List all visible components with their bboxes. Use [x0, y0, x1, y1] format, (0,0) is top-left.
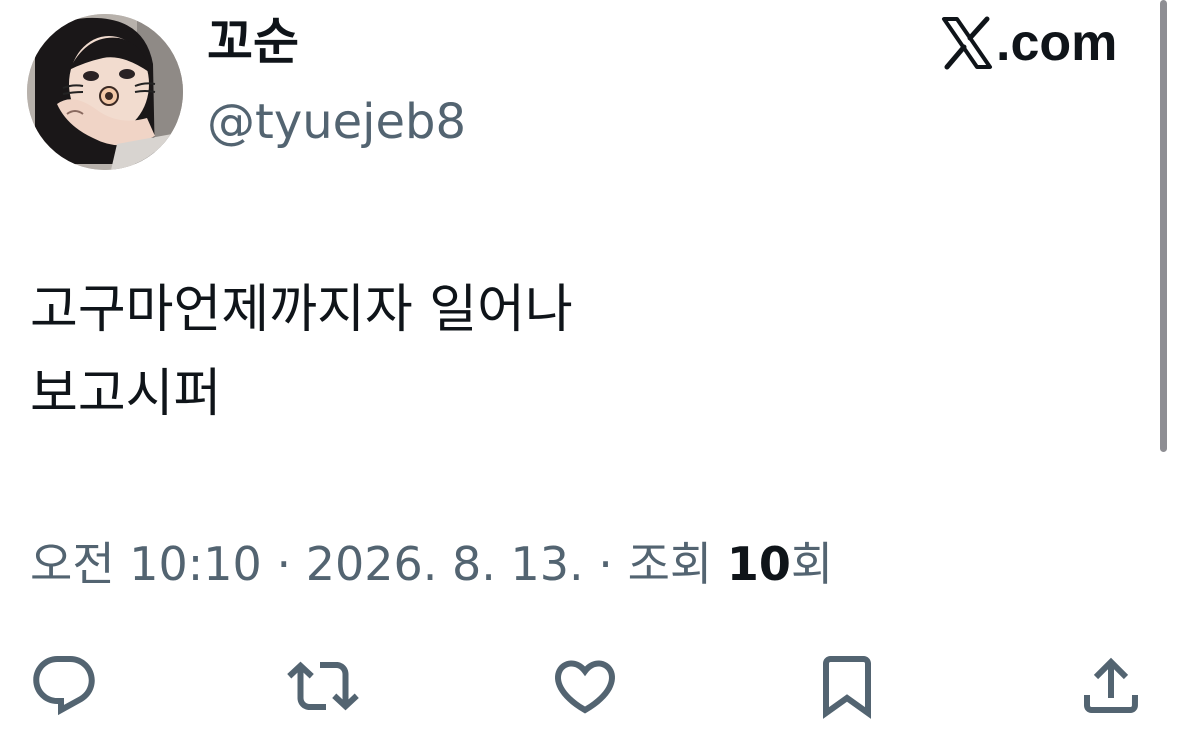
- share-icon: [1084, 657, 1138, 713]
- tweet-text: 고구마언제까지자 일어나 보고시퍼: [30, 268, 573, 436]
- views-suffix: 회: [790, 537, 834, 591]
- tweet-date[interactable]: 2026. 8. 13.: [306, 537, 584, 591]
- x-logo-icon: [942, 16, 992, 70]
- meta-separator: ·: [583, 537, 628, 591]
- share-button[interactable]: [1071, 646, 1151, 726]
- repost-button[interactable]: [283, 646, 363, 726]
- avatar-image: [27, 14, 183, 170]
- bookmark-button[interactable]: [807, 646, 887, 726]
- display-name[interactable]: 꼬순: [207, 10, 299, 74]
- heart-icon: [554, 660, 616, 714]
- views-label: 조회: [627, 537, 713, 591]
- tweet-time[interactable]: 오전 10:10: [30, 537, 262, 591]
- reply-button[interactable]: [24, 646, 104, 726]
- user-handle[interactable]: @tyuejeb8: [207, 92, 466, 152]
- bookmark-icon: [823, 656, 871, 719]
- like-button[interactable]: [545, 646, 625, 726]
- tweet-meta: 오전 10:10 · 2026. 8. 13. · 조회 10회: [30, 532, 833, 596]
- repost-icon: [287, 661, 359, 711]
- site-label: .com: [940, 12, 1117, 74]
- tweet-text-line: 고구마언제까지자 일어나: [30, 280, 573, 340]
- scrollbar[interactable]: [1160, 0, 1167, 452]
- avatar[interactable]: [27, 14, 183, 170]
- tweet-text-line: 보고시퍼: [30, 364, 222, 424]
- meta-separator: ·: [261, 537, 306, 591]
- site-domain: .com: [996, 14, 1118, 72]
- reply-icon: [33, 656, 95, 716]
- views-count: 10: [726, 537, 791, 591]
